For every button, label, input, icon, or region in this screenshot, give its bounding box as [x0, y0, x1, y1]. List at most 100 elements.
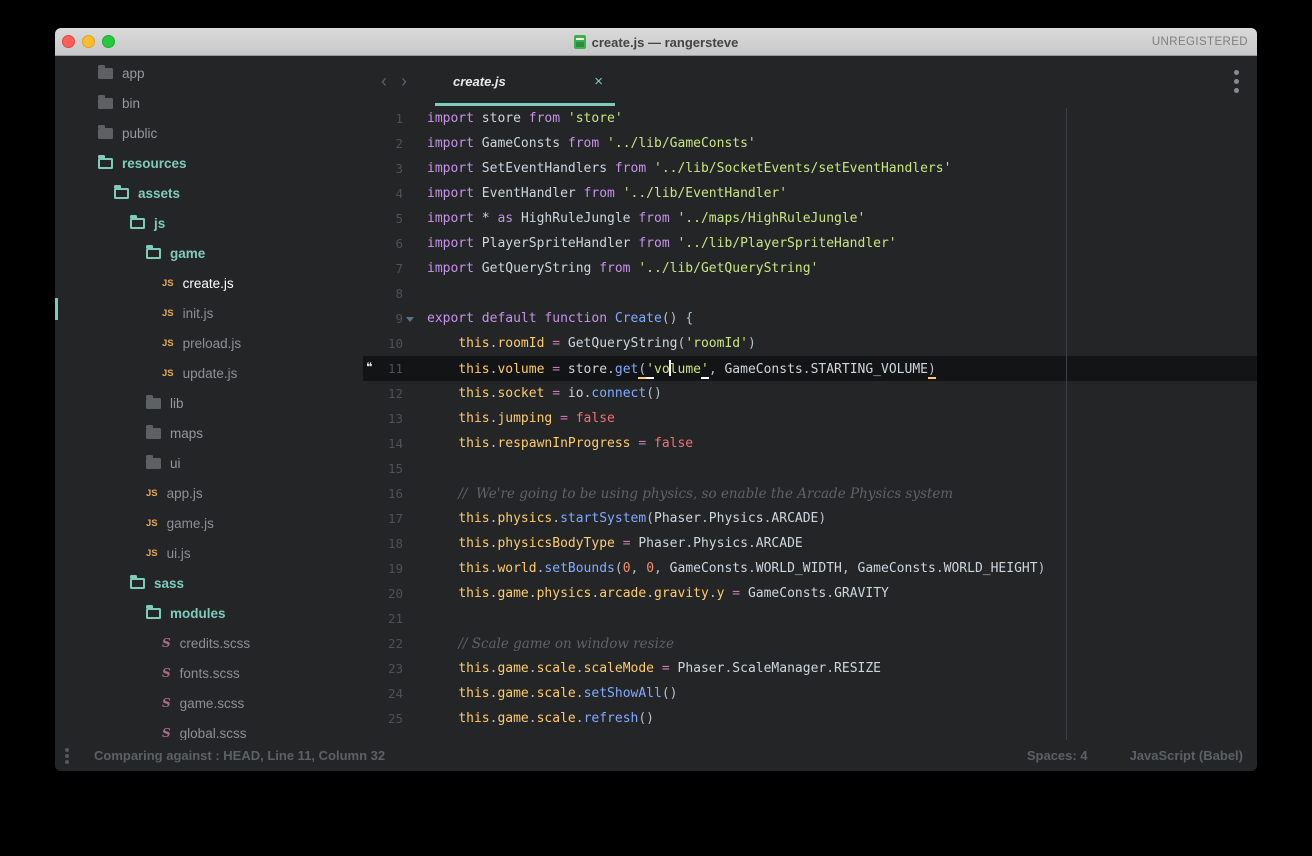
code-text: this.physics.startSystem(Phaser.Physics.…: [415, 511, 826, 526]
tree-item-app-js[interactable]: JSapp.js: [55, 478, 363, 508]
code-line-9[interactable]: 9export default function Create() {: [363, 306, 1257, 331]
code-line-23[interactable]: 23 this.game.scale.scaleMode = Phaser.Sc…: [363, 656, 1257, 681]
sidebar-scroll-indicator[interactable]: [55, 298, 58, 320]
tree-item-public[interactable]: public: [55, 118, 363, 148]
gutter: 6: [363, 231, 415, 256]
tree-item-update-js[interactable]: JSupdate.js: [55, 358, 363, 388]
code-line-10[interactable]: 10 this.roomId = GetQueryString('roomId'…: [363, 331, 1257, 356]
line-number: 24: [363, 686, 403, 701]
code-line-21[interactable]: 21: [363, 606, 1257, 631]
tree-item-label: credits.scss: [180, 636, 251, 651]
tree-item-preload-js[interactable]: JSpreload.js: [55, 328, 363, 358]
tree-item-app[interactable]: app: [55, 58, 363, 88]
tree-item-bin[interactable]: bin: [55, 88, 363, 118]
gutter: 12: [363, 381, 415, 406]
title-bar: create.js — rangersteve UNREGISTERED: [55, 28, 1257, 56]
tree-item-ui-js[interactable]: JSui.js: [55, 538, 363, 568]
code-line-11[interactable]: ❝11 this.volume = store.get('volume', Ga…: [363, 356, 1257, 381]
tree-item-lib[interactable]: lib: [55, 388, 363, 418]
tab-bar: ‹ › create.js ×: [363, 56, 1257, 106]
tree-item-maps[interactable]: maps: [55, 418, 363, 448]
tree-item-game-js[interactable]: JSgame.js: [55, 508, 363, 538]
code-line-18[interactable]: 18 this.physicsBodyType = Phaser.Physics…: [363, 531, 1257, 556]
code-line-25[interactable]: 25 this.game.scale.refresh(): [363, 706, 1257, 731]
code-line-20[interactable]: 20 this.game.physics.arcade.gravity.y = …: [363, 581, 1257, 606]
gutter: 16: [363, 481, 415, 506]
line-number: 4: [363, 186, 403, 201]
gutter: 5: [363, 206, 415, 231]
tree-item-credits-scss[interactable]: Scredits.scss: [55, 628, 363, 658]
tree-item-label: public: [122, 126, 157, 141]
code-line-19[interactable]: 19 this.world.setBounds(0, 0, GameConsts…: [363, 556, 1257, 581]
tree-item-modules[interactable]: modules: [55, 598, 363, 628]
overflow-menu-icon[interactable]: [1234, 70, 1239, 97]
code-line-3[interactable]: 3import SetEventHandlers from '../lib/So…: [363, 156, 1257, 181]
tree-item-global-scss[interactable]: Sglobal.scss: [55, 718, 363, 740]
code-line-4[interactable]: 4import EventHandler from '../lib/EventH…: [363, 181, 1257, 206]
folder-open-icon: [114, 188, 129, 199]
syntax-indicator[interactable]: JavaScript (Babel): [1130, 748, 1243, 763]
line-number: 13: [363, 411, 403, 426]
tree-item-create-js[interactable]: JScreate.js: [55, 268, 363, 298]
code-text: // Scale game on window resize: [415, 636, 674, 652]
code-line-7[interactable]: 7import GetQueryString from '../lib/GetQ…: [363, 256, 1257, 281]
tree-item-game[interactable]: game: [55, 238, 363, 268]
code-lines: 1import store from 'store'2import GameCo…: [363, 106, 1257, 731]
code-line-6[interactable]: 6import PlayerSpriteHandler from '../lib…: [363, 231, 1257, 256]
tree-item-label: lib: [170, 396, 184, 411]
tree-item-sass[interactable]: sass: [55, 568, 363, 598]
code-line-12[interactable]: 12 this.socket = io.connect(): [363, 381, 1257, 406]
tree-item-game-scss[interactable]: Sgame.scss: [55, 688, 363, 718]
code-text: this.game.physics.arcade.gravity.y = Gam…: [415, 586, 889, 601]
tree-item-ui[interactable]: ui: [55, 448, 363, 478]
tab-create-js[interactable]: create.js ×: [435, 56, 615, 106]
js-file-icon: JS: [146, 518, 158, 529]
status-menu-icon[interactable]: [65, 746, 69, 766]
tree-item-js[interactable]: js: [55, 208, 363, 238]
tree-item-resources[interactable]: resources: [55, 148, 363, 178]
code-line-5[interactable]: 5import * as HighRuleJungle from '../map…: [363, 206, 1257, 231]
code-line-17[interactable]: 17 this.physics.startSystem(Phaser.Physi…: [363, 506, 1257, 531]
tree-item-init-js[interactable]: JSinit.js: [55, 298, 363, 328]
tree-item-label: update.js: [183, 366, 238, 381]
code-text: export default function Create() {: [415, 311, 693, 326]
next-tab-icon[interactable]: ›: [401, 68, 407, 94]
gutter: 10: [363, 331, 415, 356]
code-line-13[interactable]: 13 this.jumping = false: [363, 406, 1257, 431]
tree-item-fonts-scss[interactable]: Sfonts.scss: [55, 658, 363, 688]
code-text: this.socket = io.connect(): [415, 386, 662, 401]
tree-item-label: resources: [122, 156, 187, 171]
tree-item-label: modules: [170, 606, 226, 621]
gutter: 8: [363, 281, 415, 306]
code-line-14[interactable]: 14 this.respawnInProgress = false: [363, 431, 1257, 456]
folder-open-icon: [98, 158, 113, 169]
code-line-1[interactable]: 1import store from 'store': [363, 106, 1257, 131]
code-line-16[interactable]: 16 // We're going to be using physics, s…: [363, 481, 1257, 506]
line-number: 2: [363, 136, 403, 151]
code-line-2[interactable]: 2import GameConsts from '../lib/GameCons…: [363, 131, 1257, 156]
folder-icon: [98, 68, 113, 79]
folder-icon: [146, 458, 161, 469]
code-area[interactable]: 1import store from 'store'2import GameCo…: [363, 106, 1257, 740]
code-text: this.game.scale.scaleMode = Phaser.Scale…: [415, 661, 881, 676]
spaces-indicator[interactable]: Spaces: 4: [1027, 748, 1088, 763]
gutter: 4: [363, 181, 415, 206]
window-title: create.js — rangersteve: [592, 35, 739, 50]
column-ruler: [1066, 108, 1067, 740]
gutter: 13: [363, 406, 415, 431]
tree-item-assets[interactable]: assets: [55, 178, 363, 208]
prev-tab-icon[interactable]: ‹: [381, 68, 387, 94]
tree-item-label: game: [170, 246, 205, 261]
code-line-8[interactable]: 8: [363, 281, 1257, 306]
gutter: 24: [363, 681, 415, 706]
code-line-15[interactable]: 15: [363, 456, 1257, 481]
fold-arrow-icon[interactable]: [406, 317, 414, 322]
gutter: 19: [363, 556, 415, 581]
tree-item-label: fonts.scss: [180, 666, 240, 681]
gutter: 9: [363, 306, 415, 331]
code-line-22[interactable]: 22 // Scale game on window resize: [363, 631, 1257, 656]
line-number: 6: [363, 236, 403, 251]
sidebar: appbin public resources assetsjs game JScreat…: [55, 56, 363, 740]
tab-close-icon[interactable]: ×: [594, 73, 603, 90]
code-line-24[interactable]: 24 this.game.scale.setShowAll(): [363, 681, 1257, 706]
